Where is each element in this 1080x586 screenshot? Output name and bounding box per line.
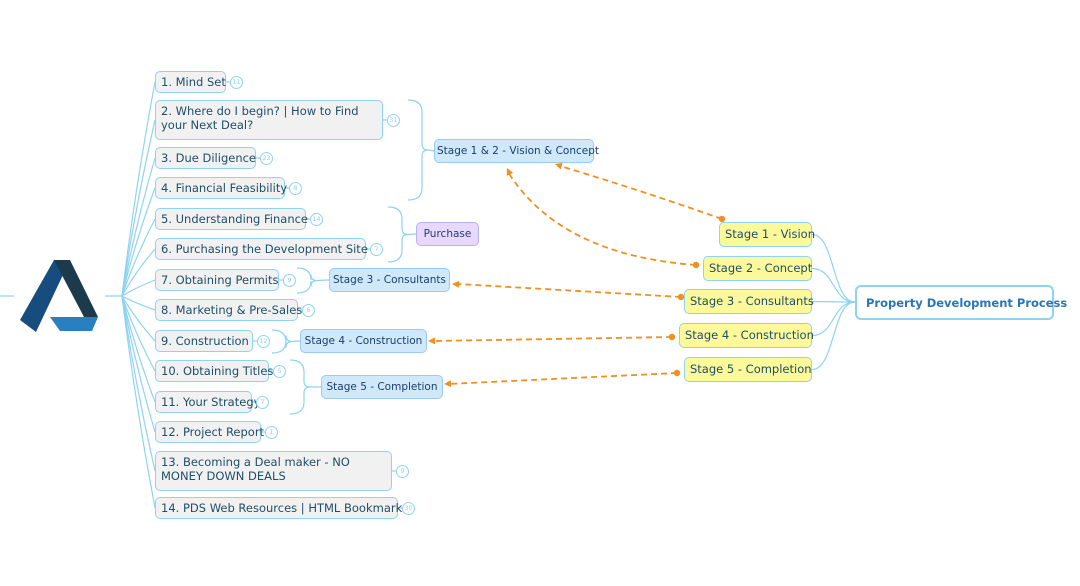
relationship-line (559, 165, 723, 220)
topic-count-badge[interactable]: 8 (289, 181, 302, 195)
topic-node[interactable]: 9. Construction (155, 330, 253, 352)
topic-count-badge[interactable]: 12 (257, 334, 270, 348)
relationship-line (431, 336, 673, 342)
relationship-start-dot (668, 333, 676, 341)
topic-count-badge[interactable]: 23 (260, 151, 273, 165)
stage-node[interactable]: Stage 2 - Concept (703, 256, 812, 281)
summary-bracket (289, 359, 311, 415)
topic-node[interactable]: 11. Your Strategy (155, 391, 260, 413)
relationship-line (507, 171, 697, 266)
summary-node[interactable]: Stage 4 - Construction (300, 329, 427, 353)
topic-node[interactable]: 8. Marketing & Pre-Sales (155, 299, 302, 321)
summary-bracket (271, 329, 293, 354)
summary-node[interactable]: Purchase (416, 222, 479, 246)
summary-connector (291, 340, 301, 343)
branch-line (121, 295, 156, 311)
stage-node[interactable]: Stage 4 - Construction (679, 323, 814, 348)
stage-branch (811, 267, 856, 303)
summary-bracket (407, 99, 429, 201)
relationship-arrowhead (452, 280, 460, 288)
topic-count-badge[interactable]: 31 (387, 113, 400, 127)
summary-node[interactable]: Stage 3 - Consultants (329, 268, 450, 292)
logo-right-stroke (54, 260, 98, 317)
topic-count-badge[interactable]: 7 (256, 395, 269, 409)
stage-branch (811, 301, 856, 371)
root-node[interactable]: Property Development Process (855, 285, 1067, 320)
topic-count-badge[interactable]: 14 (310, 212, 323, 226)
logo-base (50, 317, 98, 331)
topic-node[interactable]: 6. Purchasing the Development Site (155, 238, 368, 260)
relationship-arrowhead (428, 337, 436, 345)
summary-bracket (387, 206, 409, 263)
relationship-start-dot (673, 369, 681, 377)
stage-node[interactable]: Stage 3 - Consultants (684, 289, 814, 314)
relationship-line (447, 372, 678, 385)
topic-node[interactable]: 10. Obtaining Titles (155, 360, 273, 382)
summary-connector (316, 279, 330, 282)
topic-node[interactable]: 5. Understanding Finance (155, 208, 308, 230)
branch-line (121, 187, 156, 297)
topic-count-badge[interactable]: 11 (230, 75, 243, 89)
topic-node[interactable]: 1. Mind Set (155, 71, 226, 93)
relationship-start-dot (692, 261, 700, 269)
relationship-arrowhead (506, 168, 514, 176)
topic-count-badge[interactable]: 30 (402, 501, 415, 515)
branch-line (121, 295, 156, 403)
summary-connector (407, 233, 417, 236)
topic-count-badge[interactable]: 9 (283, 273, 296, 287)
topic-count-badge[interactable]: 5 (273, 364, 286, 378)
topic-node[interactable]: 12. Project Report (155, 421, 264, 443)
stage-node[interactable]: Stage 1 - Vision (719, 222, 815, 247)
topic-count-badge[interactable]: 9 (396, 464, 409, 478)
summary-node[interactable]: Stage 1 & 2 - Vision & Concept (434, 139, 599, 163)
topic-count-badge[interactable]: 1 (265, 425, 278, 439)
company-logo (20, 260, 98, 332)
relationship-line (457, 283, 682, 298)
topic-count-badge[interactable]: 7 (370, 242, 383, 256)
topic-node[interactable]: 14. PDS Web Resources | HTML Bookmarks (155, 497, 408, 519)
stage-branch (811, 233, 856, 303)
stage-node[interactable]: Stage 5 - Completion (684, 357, 812, 382)
topic-node[interactable]: 2. Where do I begin? | How to Find your … (155, 100, 383, 140)
relationship-arrowhead (444, 380, 452, 388)
topic-node[interactable]: 13. Becoming a Deal maker - NO MONEY DOW… (155, 451, 392, 491)
stage-branch (811, 300, 856, 303)
topic-node[interactable]: 3. Due Diligence (155, 147, 256, 169)
summary-bracket (296, 267, 318, 294)
stage-branch (811, 301, 856, 337)
summary-node[interactable]: Stage 5 - Completion (321, 375, 443, 399)
topic-node[interactable]: 4. Financial Feasibility (155, 177, 287, 199)
topic-node[interactable]: 7. Obtaining Permits (155, 269, 279, 291)
topic-count-badge[interactable]: 6 (302, 303, 315, 317)
